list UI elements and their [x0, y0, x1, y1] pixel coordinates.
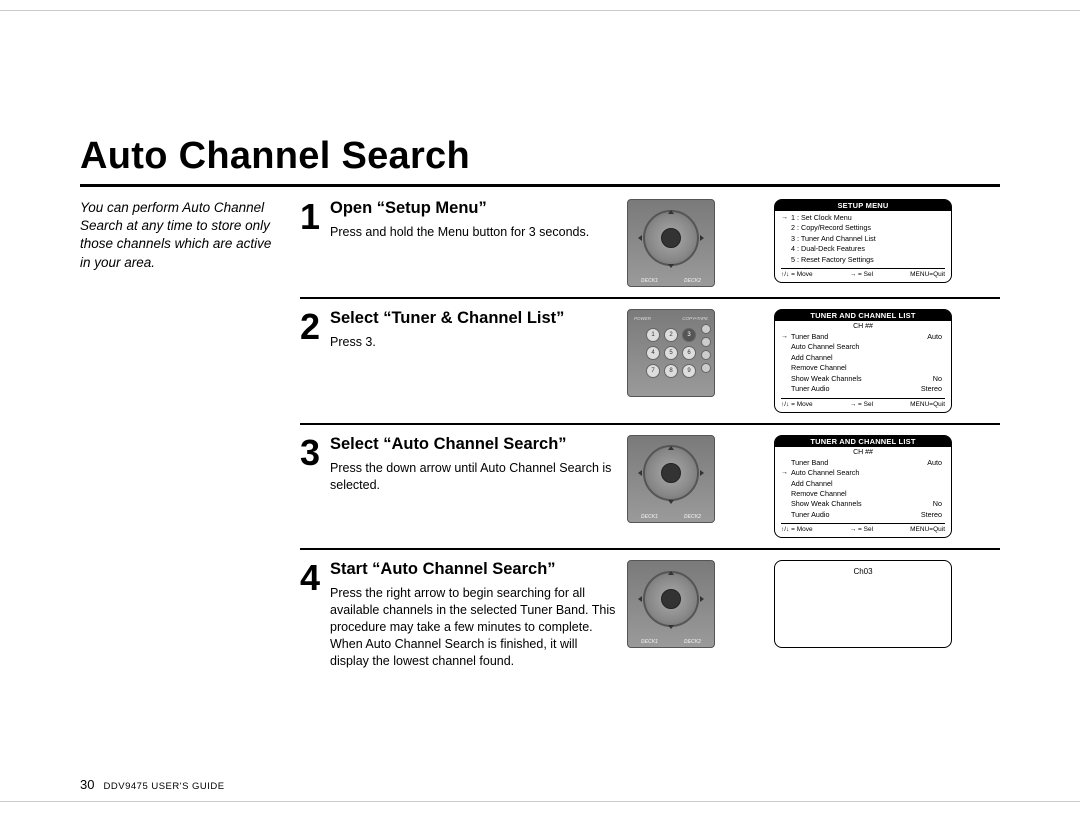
dpad-icon — [643, 445, 699, 501]
deck2-label: DECK2 — [684, 278, 701, 284]
osd-sub: CH ## — [781, 323, 945, 330]
right-arrow-icon — [700, 470, 704, 476]
num-3-button-highlight: 3 — [682, 328, 696, 342]
osd-row: Add Channel — [781, 479, 945, 489]
step-desc: Press 3. — [330, 334, 616, 351]
osd-row: Show Weak ChannelsNo — [781, 499, 945, 509]
left-arrow-icon — [638, 235, 642, 241]
doc-id: DDV9475 USER'S GUIDE — [104, 781, 225, 792]
osd-row: Remove Channel — [781, 489, 945, 499]
step-number: 2 — [300, 309, 326, 345]
osd-row: 3 : Tuner And Channel List — [781, 234, 945, 244]
osd-row: Remove Channel — [781, 363, 945, 373]
osd-row: Auto Channel Search — [781, 342, 945, 352]
osd-row: Add Channel — [781, 353, 945, 363]
steps-list: 1 Open “Setup Menu” Press and hold the M… — [300, 193, 1000, 676]
step-separator — [300, 297, 1000, 299]
channel-label: Ch03 — [775, 567, 951, 576]
deck1-label: DECK1 — [641, 514, 658, 520]
deck2-label: DECK2 — [684, 514, 701, 520]
remote-dpad-illustration: DECK1 DECK2 — [627, 199, 715, 287]
dpad-icon — [643, 571, 699, 627]
step-title: Select “Tuner & Channel List” — [330, 309, 616, 328]
osd-row: 5 : Reset Factory Settings — [781, 255, 945, 265]
osd-sub: CH ## — [781, 449, 945, 456]
bottom-hairline — [0, 801, 1080, 802]
num-8-button: 8 — [664, 364, 678, 378]
remote-numpad-illustration: POWER COPY•TAPE 1 2 3 4 5 6 7 8 9 — [627, 309, 715, 397]
osd-row: Tuner BandAuto — [781, 332, 945, 342]
step-desc: Press the down arrow until Auto Channel … — [330, 460, 616, 494]
page-title: Auto Channel Search — [80, 135, 1000, 178]
osd-row: Show Weak ChannelsNo — [781, 374, 945, 384]
num-2-button: 2 — [664, 328, 678, 342]
osd-row: Auto Channel Search — [781, 468, 945, 478]
dpad-icon — [643, 210, 699, 266]
osd-header: TUNER AND CHANNEL LIST — [775, 310, 951, 321]
osd-row: Tuner AudioStereo — [781, 510, 945, 520]
power-label: POWER — [634, 316, 651, 321]
page-footer: 30 DDV9475 USER'S GUIDE — [80, 777, 225, 792]
step-4: 4 Start “Auto Channel Search” Press the … — [300, 554, 1000, 675]
osd-footer: ↑/↓ = Move → = Sel MENU=Quit — [781, 268, 945, 278]
manual-page: Auto Channel Search You can perform Auto… — [0, 0, 1080, 834]
deck1-label: DECK1 — [641, 639, 658, 645]
num-4-button: 4 — [646, 346, 660, 360]
osd-footer: ↑/↓ = Move → = Sel MENU=Quit — [781, 523, 945, 533]
title-rule — [80, 184, 1000, 187]
osd-tuner-menu: TUNER AND CHANNEL LIST CH ## Tuner BandA… — [774, 435, 952, 539]
step-2: 2 Select “Tuner & Channel List” Press 3.… — [300, 303, 1000, 419]
side-buttons — [701, 324, 711, 373]
osd-row: 1 : Set Clock Menu — [781, 213, 945, 223]
top-hairline — [0, 10, 1080, 11]
osd-row: Tuner BandAuto — [781, 458, 945, 468]
step-3: 3 Select “Auto Channel Search” Press the… — [300, 429, 1000, 545]
right-arrow-icon — [700, 235, 704, 241]
step-title: Select “Auto Channel Search” — [330, 435, 616, 454]
deck1-label: DECK1 — [641, 278, 658, 284]
osd-header: SETUP MENU — [775, 200, 951, 211]
step-desc: Press the right arrow to begin searching… — [330, 585, 616, 669]
osd-row: 2 : Copy/Record Settings — [781, 223, 945, 233]
step-title: Open “Setup Menu” — [330, 199, 616, 218]
num-7-button: 7 — [646, 364, 660, 378]
page-number: 30 — [80, 777, 94, 792]
up-arrow-icon — [668, 210, 674, 214]
step-desc: Press and hold the Menu button for 3 sec… — [330, 224, 616, 241]
osd-channel-display: Ch03 — [774, 560, 952, 648]
osd-row: Tuner AudioStereo — [781, 384, 945, 394]
deck2-label: DECK2 — [684, 639, 701, 645]
copytape-label: COPY•TAPE — [682, 316, 708, 321]
down-arrow-icon — [668, 264, 674, 268]
step-number: 1 — [300, 199, 326, 235]
down-arrow-icon — [668, 500, 674, 504]
content-area: You can perform Auto Channel Search at a… — [80, 193, 1000, 676]
remote-dpad-illustration: DECK1 DECK2 — [627, 560, 715, 648]
osd-header: TUNER AND CHANNEL LIST — [775, 436, 951, 447]
step-number: 3 — [300, 435, 326, 471]
num-9-button: 9 — [682, 364, 696, 378]
up-arrow-icon — [668, 571, 674, 575]
osd-row: 4 : Dual-Deck Features — [781, 244, 945, 254]
up-arrow-icon — [668, 446, 674, 450]
step-1: 1 Open “Setup Menu” Press and hold the M… — [300, 193, 1000, 293]
left-arrow-icon — [638, 596, 642, 602]
osd-footer: ↑/↓ = Move → = Sel MENU=Quit — [781, 398, 945, 408]
sidebar-note: You can perform Auto Channel Search at a… — [80, 193, 300, 676]
num-6-button: 6 — [682, 346, 696, 360]
remote-dpad-illustration: DECK1 DECK2 — [627, 435, 715, 523]
right-arrow-icon — [700, 596, 704, 602]
number-grid: 1 2 3 4 5 6 7 8 9 — [646, 328, 696, 378]
num-1-button: 1 — [646, 328, 660, 342]
num-5-button: 5 — [664, 346, 678, 360]
step-separator — [300, 548, 1000, 550]
step-number: 4 — [300, 560, 326, 596]
step-separator — [300, 423, 1000, 425]
down-arrow-icon — [668, 625, 674, 629]
step-title: Start “Auto Channel Search” — [330, 560, 616, 579]
osd-setup-menu: SETUP MENU 1 : Set Clock Menu 2 : Copy/R… — [774, 199, 952, 283]
left-arrow-icon — [638, 470, 642, 476]
osd-tuner-menu: TUNER AND CHANNEL LIST CH ## Tuner BandA… — [774, 309, 952, 413]
